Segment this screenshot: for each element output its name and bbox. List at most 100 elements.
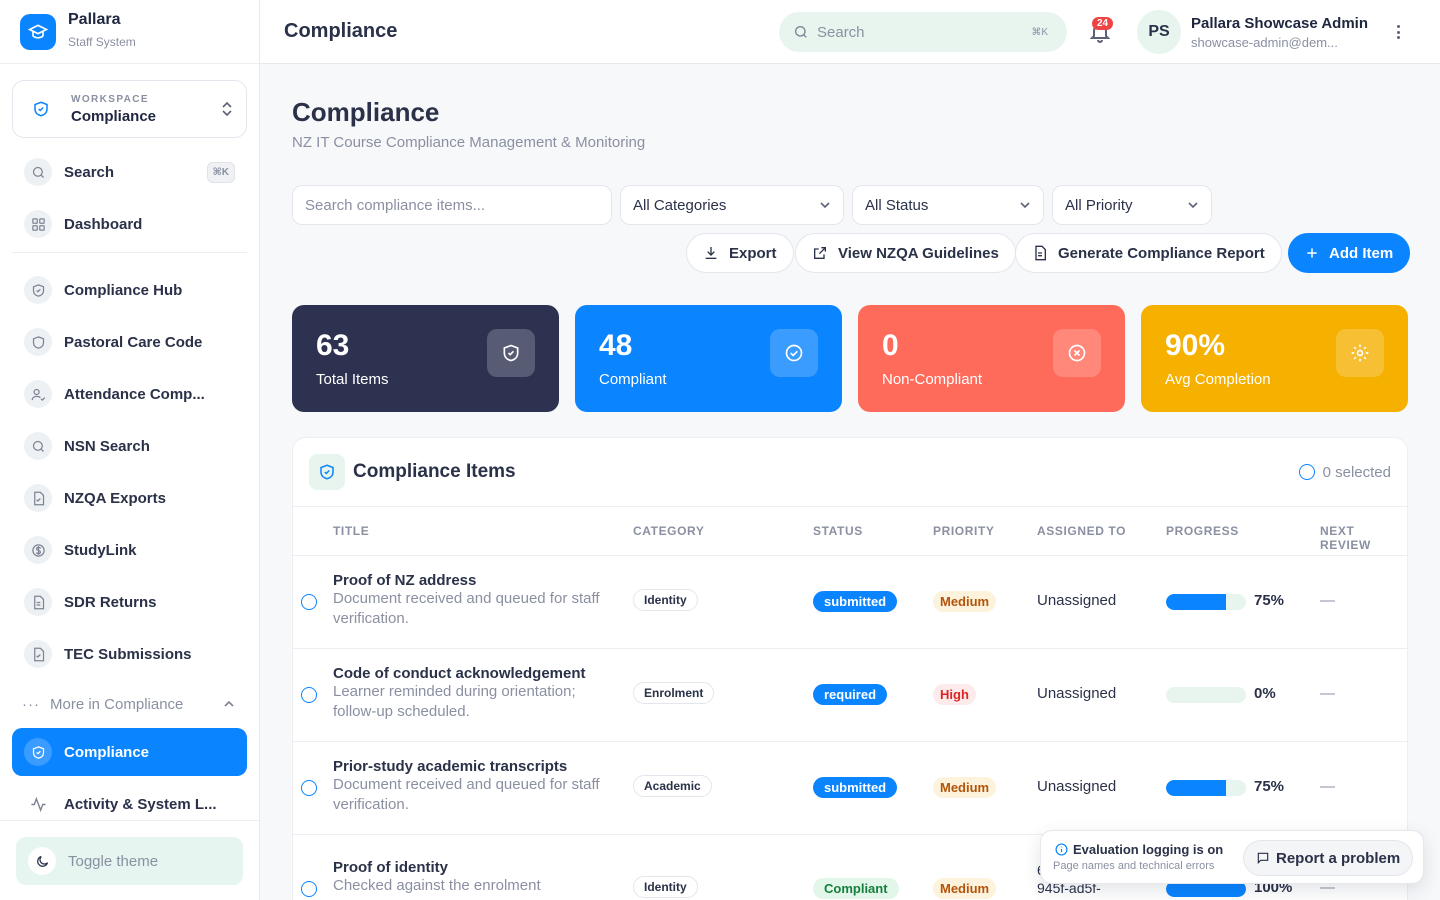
progress-bar [1166, 687, 1246, 703]
sidebar-item-label: Dashboard [64, 215, 143, 233]
table-row[interactable]: Prior-study academic transcripts Documen… [293, 742, 1407, 835]
next-review: — [1320, 778, 1335, 795]
view-nzqa-guidelines-button[interactable]: View NZQA Guidelines [795, 233, 1016, 273]
shield-icon [24, 328, 52, 356]
brand-subtitle: Staff System [68, 34, 136, 49]
shield-check-icon [487, 329, 535, 377]
select-value: All Status [865, 196, 929, 214]
nav-compliance: Compliance Hub Pastoral Care Code Attend… [12, 266, 247, 828]
column-header[interactable]: ASSIGNED TO [1037, 524, 1126, 538]
progress-bar [1166, 594, 1246, 610]
generate-report-button[interactable]: Generate Compliance Report [1015, 233, 1282, 273]
select-all-radio[interactable] [1298, 464, 1315, 480]
select-value: All Categories [633, 196, 727, 214]
assigned-to: Unassigned [1037, 685, 1117, 702]
priority-badge: Medium [933, 591, 997, 612]
compliance-search-input[interactable]: Search compliance items... [292, 185, 612, 225]
top-header: Compliance Search ⌘K 24 PS Pallara Showc… [260, 0, 1440, 64]
row-select-radio[interactable] [301, 780, 317, 796]
report-problem-button[interactable]: Report a problem [1243, 840, 1414, 876]
shield-icon [24, 276, 52, 304]
file-check-icon [24, 640, 52, 668]
add-item-button[interactable]: Add Item [1288, 233, 1411, 273]
item-description: Checked against the enrolment [333, 877, 541, 894]
category-badge: Enrolment [633, 682, 715, 704]
column-header[interactable]: PROGRESS [1166, 524, 1239, 538]
info-icon [1055, 843, 1068, 856]
avatar[interactable]: PS [1137, 10, 1181, 54]
sidebar-item-pastoral-care[interactable]: Pastoral Care Code [12, 318, 247, 366]
export-button[interactable]: Export [686, 233, 794, 273]
progress-fill [1166, 594, 1226, 610]
item-title: Proof of NZ address [333, 572, 477, 589]
toast-title: Evaluation logging is on [1073, 842, 1224, 857]
status-badge: submitted [813, 777, 898, 798]
item-description: Document received and queued for staff v… [333, 590, 600, 627]
status-badge: required [813, 684, 888, 705]
assigned-to: Unassigned [1037, 778, 1117, 795]
status-select[interactable]: All Status [852, 185, 1044, 225]
table-row[interactable]: Code of conduct acknowledgement Learner … [293, 649, 1407, 742]
activity-icon [24, 790, 52, 818]
button-label: View NZQA Guidelines [838, 244, 999, 262]
row-select-radio[interactable] [301, 881, 317, 897]
shield-icon [24, 738, 52, 766]
more-options-icon[interactable] [1393, 22, 1403, 42]
column-header[interactable]: CATEGORY [633, 524, 704, 538]
more-in-compliance-toggle[interactable]: ··· More in Compliance [12, 682, 247, 726]
brand[interactable]: Pallara Staff System [0, 0, 259, 64]
column-header[interactable]: PRIORITY [933, 524, 994, 538]
plus-icon [1307, 248, 1317, 258]
button-label: Generate Compliance Report [1058, 244, 1265, 262]
toggle-theme-label: Toggle theme [68, 852, 159, 870]
category-badge: Identity [633, 876, 698, 898]
header-search-input[interactable]: Search ⌘K [779, 12, 1067, 52]
sidebar-footer: Toggle theme [0, 820, 259, 900]
toggle-theme-button[interactable]: Toggle theme [16, 837, 243, 885]
brand-name: Pallara [68, 10, 121, 28]
panel-title: Compliance Items [353, 461, 516, 482]
table-row[interactable]: Proof of NZ address Document received an… [293, 556, 1407, 649]
sidebar-item-nsn-search[interactable]: NSN Search [12, 422, 247, 470]
shield-icon [25, 93, 57, 125]
page-title: Compliance [292, 97, 440, 127]
sidebar-item-sdr-returns[interactable]: SDR Returns [12, 578, 247, 626]
sidebar-item-compliance-hub[interactable]: Compliance Hub [12, 266, 247, 314]
message-icon [1257, 852, 1269, 865]
stat-card-compliant: 48 Compliant [575, 305, 842, 412]
priority-select[interactable]: All Priority [1052, 185, 1212, 225]
selection-count[interactable]: 0 selected [1298, 464, 1391, 481]
user-check-icon [24, 380, 52, 408]
sidebar-item-label: SDR Returns [64, 593, 157, 611]
sidebar-item-nzqa-exports[interactable]: NZQA Exports [12, 474, 247, 522]
ellipsis-icon: ··· [22, 695, 40, 713]
header-title: Compliance [284, 20, 398, 42]
item-title: Code of conduct acknowledgement [333, 665, 586, 682]
status-badge: Compliant [813, 878, 899, 899]
document-icon [1035, 245, 1046, 261]
sidebar-item-dashboard[interactable]: Dashboard [12, 200, 247, 248]
column-header[interactable]: TITLE [333, 524, 369, 538]
sidebar-item-attendance[interactable]: Attendance Comp... [12, 370, 247, 418]
row-select-radio[interactable] [301, 687, 317, 703]
category-select[interactable]: All Categories [620, 185, 844, 225]
progress-percent: 0% [1254, 685, 1276, 702]
sidebar-item-compliance[interactable]: Compliance [12, 728, 247, 776]
sidebar-item-label: Attendance Comp... [64, 385, 205, 403]
sidebar-item-tec-submissions[interactable]: TEC Submissions [12, 630, 247, 678]
column-header[interactable]: NEXT REVIEW [1320, 524, 1407, 552]
sidebar-item-studylink[interactable]: StudyLink [12, 526, 247, 574]
file-check-icon [24, 484, 52, 512]
sidebar: Pallara Staff System WORKSPACE Complianc… [0, 0, 260, 900]
column-header[interactable]: STATUS [813, 524, 863, 538]
evaluation-logging-toast: Evaluation logging is on Page names and … [1040, 830, 1424, 884]
sidebar-item-search[interactable]: Search ⌘K [12, 148, 247, 196]
panel-header: Compliance Items 0 selected [293, 438, 1407, 507]
shortcut-hint: ⌘K [1031, 26, 1048, 38]
row-select-radio[interactable] [301, 594, 317, 610]
workspace-label: WORKSPACE [71, 93, 149, 105]
button-label: Report a problem [1276, 849, 1401, 867]
workspace-switcher[interactable]: WORKSPACE Compliance [12, 80, 247, 138]
chevron-down-icon [820, 202, 830, 209]
sidebar-item-label: Pastoral Care Code [64, 333, 203, 351]
